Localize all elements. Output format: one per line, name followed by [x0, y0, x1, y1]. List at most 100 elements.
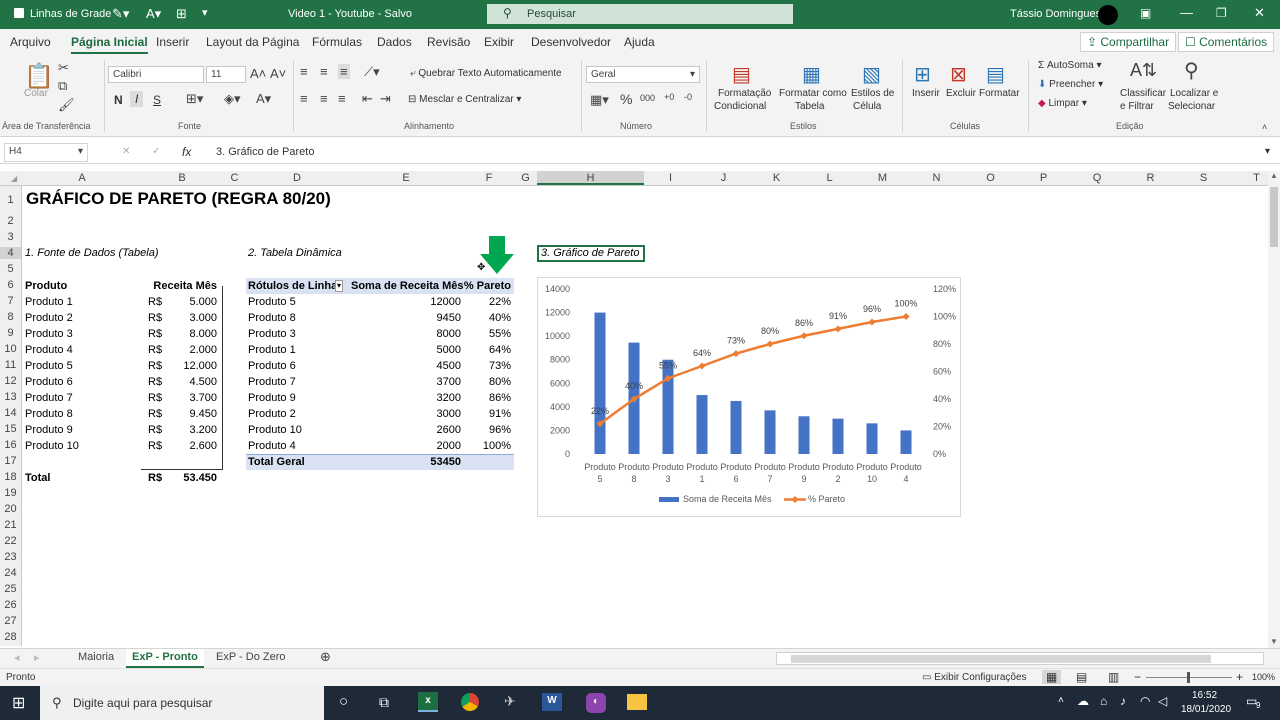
pivot-product-cell[interactable]: Produto 10 — [248, 424, 302, 436]
pivot-pareto-cell[interactable]: 91% — [463, 408, 511, 420]
word-app-icon[interactable]: W — [542, 693, 562, 711]
pivot-product-cell[interactable]: Produto 6 — [248, 360, 296, 372]
pivot-pareto-cell[interactable]: 86% — [463, 392, 511, 404]
grid-icon[interactable]: ⊞ — [176, 6, 187, 22]
row-header[interactable]: 21 — [0, 519, 21, 531]
tab-arquivo[interactable]: Arquivo — [10, 35, 51, 49]
col-header-c[interactable]: C — [223, 172, 246, 184]
formula-content[interactable]: 3. Gráfico de Pareto — [216, 146, 314, 158]
row-header[interactable]: 17 — [0, 455, 21, 467]
share-button[interactable]: ⇪ Compartilhar — [1080, 32, 1177, 52]
file-explorer-icon[interactable] — [627, 694, 647, 710]
source-product-cell[interactable]: Produto 1 — [25, 296, 73, 308]
source-revenue-cell[interactable]: 2.000 — [163, 344, 217, 356]
clock-date[interactable]: 18/01/2020 — [1181, 704, 1231, 715]
pivot-pareto-cell[interactable]: 80% — [463, 376, 511, 388]
mic-icon[interactable]: ♪ — [1120, 694, 1126, 708]
source-product-cell[interactable]: Produto 3 — [25, 328, 73, 340]
row-header[interactable]: 3 — [0, 231, 21, 243]
enter-icon[interactable]: ✓ — [152, 146, 160, 157]
pivot-pareto-cell[interactable]: 55% — [463, 328, 511, 340]
pivot-pareto-cell[interactable]: 40% — [463, 312, 511, 324]
pivot-sum-cell[interactable]: 2000 — [383, 440, 461, 452]
clock-time[interactable]: 16:52 — [1192, 690, 1217, 701]
display-settings-button[interactable]: ▭ Exibir Configurações — [922, 672, 1027, 683]
source-revenue-cell[interactable]: 9.450 — [163, 408, 217, 420]
pivot-product-cell[interactable]: Produto 5 — [248, 296, 296, 308]
source-revenue-cell[interactable]: 3.000 — [163, 312, 217, 324]
source-product-cell[interactable]: Produto 10 — [25, 440, 79, 452]
col-header-n[interactable]: N — [909, 172, 964, 184]
page-layout-icon[interactable]: ▤ — [1076, 670, 1087, 684]
show-hidden-icon[interactable]: ˄ — [1058, 695, 1064, 706]
zoom-slider-thumb[interactable] — [1187, 672, 1190, 683]
row-header[interactable]: 11 — [0, 359, 21, 371]
source-total-value[interactable]: 53.450 — [163, 472, 217, 484]
row-header[interactable]: 10 — [0, 343, 21, 355]
source-revenue-cell[interactable]: 3.200 — [163, 424, 217, 436]
row-header[interactable]: 25 — [0, 583, 21, 595]
pivot-product-cell[interactable]: Produto 1 — [248, 344, 296, 356]
col-header-s[interactable]: S — [1177, 172, 1230, 184]
task-view-icon[interactable]: ⧉ — [379, 694, 389, 711]
col-header-f[interactable]: F — [464, 172, 514, 184]
row-header[interactable]: 2 — [0, 215, 21, 227]
col-header-p[interactable]: P — [1017, 172, 1070, 184]
source-revenue-cell[interactable]: 5.000 — [163, 296, 217, 308]
document-title[interactable]: Video 1 - Youtube - Salvo — [288, 8, 412, 20]
page-break-icon[interactable]: ▥ — [1108, 670, 1119, 684]
source-total-currency[interactable]: R$ — [148, 472, 162, 484]
pivot-sum-cell[interactable]: 9450 — [383, 312, 461, 324]
pivot-sum-cell[interactable]: 2600 — [383, 424, 461, 436]
tab-prev-icon[interactable]: ◂ — [8, 651, 26, 664]
source-currency-cell[interactable]: R$ — [148, 344, 162, 356]
minimize-icon[interactable]: — — [1180, 5, 1193, 20]
source-product-cell[interactable]: Produto 5 — [25, 360, 73, 372]
col-header-l[interactable]: L — [803, 172, 856, 184]
filter-dropdown-icon[interactable]: ▾ — [335, 280, 344, 292]
pivot-sum-cell[interactable]: 4500 — [383, 360, 461, 372]
zoom-out-icon[interactable]: − — [1134, 670, 1141, 684]
col-header-e[interactable]: E — [348, 172, 464, 184]
scroll-down-icon[interactable]: ▼ — [1270, 637, 1278, 646]
col-header-m[interactable]: M — [856, 172, 909, 184]
select-all-icon[interactable]: ◢ — [11, 174, 17, 183]
tab-layout[interactable]: Layout da Página — [206, 35, 299, 49]
app-icon[interactable]: ✈ — [504, 693, 516, 710]
pivot-pareto-cell[interactable]: 64% — [463, 344, 511, 356]
pivot-sum-cell[interactable]: 5000 — [383, 344, 461, 356]
source-revenue-cell[interactable]: 4.500 — [163, 376, 217, 388]
pivot-header-sum[interactable]: Soma de Receita Mês — [351, 280, 464, 292]
zoom-in-icon[interactable]: + — [1236, 670, 1243, 684]
cortana-icon[interactable]: ○ — [339, 693, 348, 710]
pivot-pareto-cell[interactable]: 73% — [463, 360, 511, 372]
row-header[interactable]: 13 — [0, 391, 21, 403]
row-header[interactable]: 8 — [0, 311, 21, 323]
col-header-g[interactable]: G — [514, 172, 537, 184]
pivot-pareto-cell[interactable]: 96% — [463, 424, 511, 436]
source-currency-cell[interactable]: R$ — [148, 392, 162, 404]
horizontal-scrollbar[interactable] — [776, 652, 1264, 665]
avatar[interactable] — [1098, 5, 1118, 25]
sheet-tab-maioria[interactable]: Maioria — [72, 651, 120, 663]
row-header[interactable]: 24 — [0, 567, 21, 579]
col-header-o[interactable]: O — [964, 172, 1017, 184]
pivot-product-cell[interactable]: Produto 4 — [248, 440, 296, 452]
pivot-product-cell[interactable]: Produto 3 — [248, 328, 296, 340]
name-box[interactable]: H4 ▾ — [4, 143, 88, 162]
tab-revisao[interactable]: Revisão — [427, 35, 470, 49]
row-header[interactable]: 1 — [0, 194, 21, 206]
pivot-product-cell[interactable]: Produto 2 — [248, 408, 296, 420]
row-header[interactable]: 26 — [0, 599, 21, 611]
col-header-k[interactable]: K — [750, 172, 803, 184]
col-header-r[interactable]: R — [1124, 172, 1177, 184]
source-total-label[interactable]: Total — [25, 472, 50, 484]
source-currency-cell[interactable]: R$ — [148, 328, 162, 340]
col-header-q[interactable]: Q — [1070, 172, 1124, 184]
function-icon[interactable]: fx — [182, 145, 191, 159]
col-header-b[interactable]: B — [141, 172, 223, 184]
row-header[interactable]: 19 — [0, 487, 21, 499]
source-currency-cell[interactable]: R$ — [148, 376, 162, 388]
tab-exibir[interactable]: Exibir — [484, 35, 514, 49]
tab-dados[interactable]: Dados — [377, 35, 412, 49]
